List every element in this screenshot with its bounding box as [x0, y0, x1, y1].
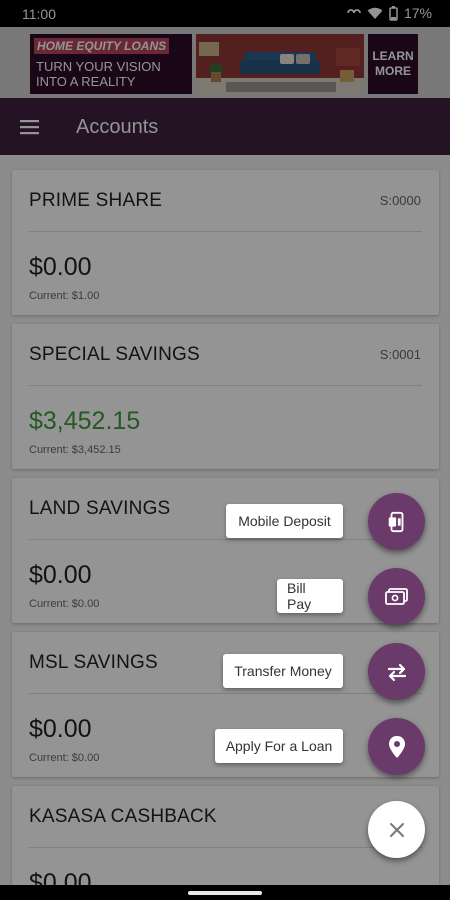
close-icon — [389, 822, 404, 837]
mobile-deposit-icon — [388, 511, 403, 532]
mobile-deposit-label[interactable]: Mobile Deposit — [226, 504, 343, 538]
bill-pay-button[interactable] — [368, 568, 425, 625]
mobile-deposit-button[interactable] — [368, 493, 425, 550]
transfer-money-label[interactable]: Transfer Money — [223, 654, 343, 688]
transfer-money-button[interactable] — [368, 643, 425, 700]
location-pin-icon — [388, 735, 405, 758]
apply-for-loan-label[interactable]: Apply For a Loan — [215, 729, 343, 763]
apply-for-loan-button[interactable] — [368, 718, 425, 775]
gesture-handle[interactable] — [188, 891, 262, 895]
system-nav-bar — [0, 885, 450, 900]
bill-pay-icon — [384, 587, 408, 605]
close-fab-menu-button[interactable] — [368, 801, 425, 858]
bill-pay-label[interactable]: Bill Pay — [277, 579, 343, 613]
transfer-icon — [387, 663, 406, 681]
